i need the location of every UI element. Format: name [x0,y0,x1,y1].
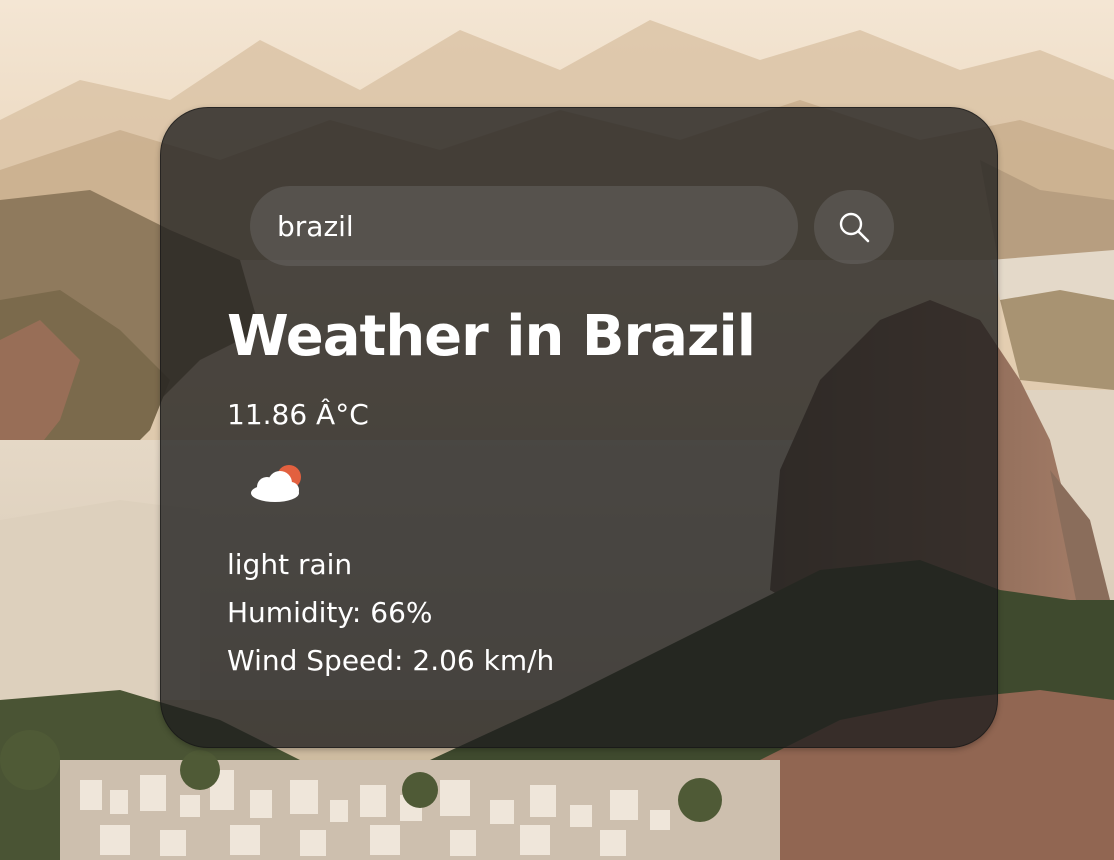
city-title: Weather in Brazil [227,304,756,369]
weather-card: Weather in Brazil 11.86 Â°C light rain H… [160,107,998,748]
search-button[interactable] [814,190,894,264]
temperature-value: 11.86 Â°C [227,398,369,431]
cloud-sun-icon [247,463,305,505]
humidity-value: Humidity: 66% [227,596,433,629]
search-icon [837,210,871,244]
weather-description: light rain [227,548,353,581]
wind-speed-value: Wind Speed: 2.06 km/h [227,644,555,677]
search-input[interactable] [250,186,798,266]
